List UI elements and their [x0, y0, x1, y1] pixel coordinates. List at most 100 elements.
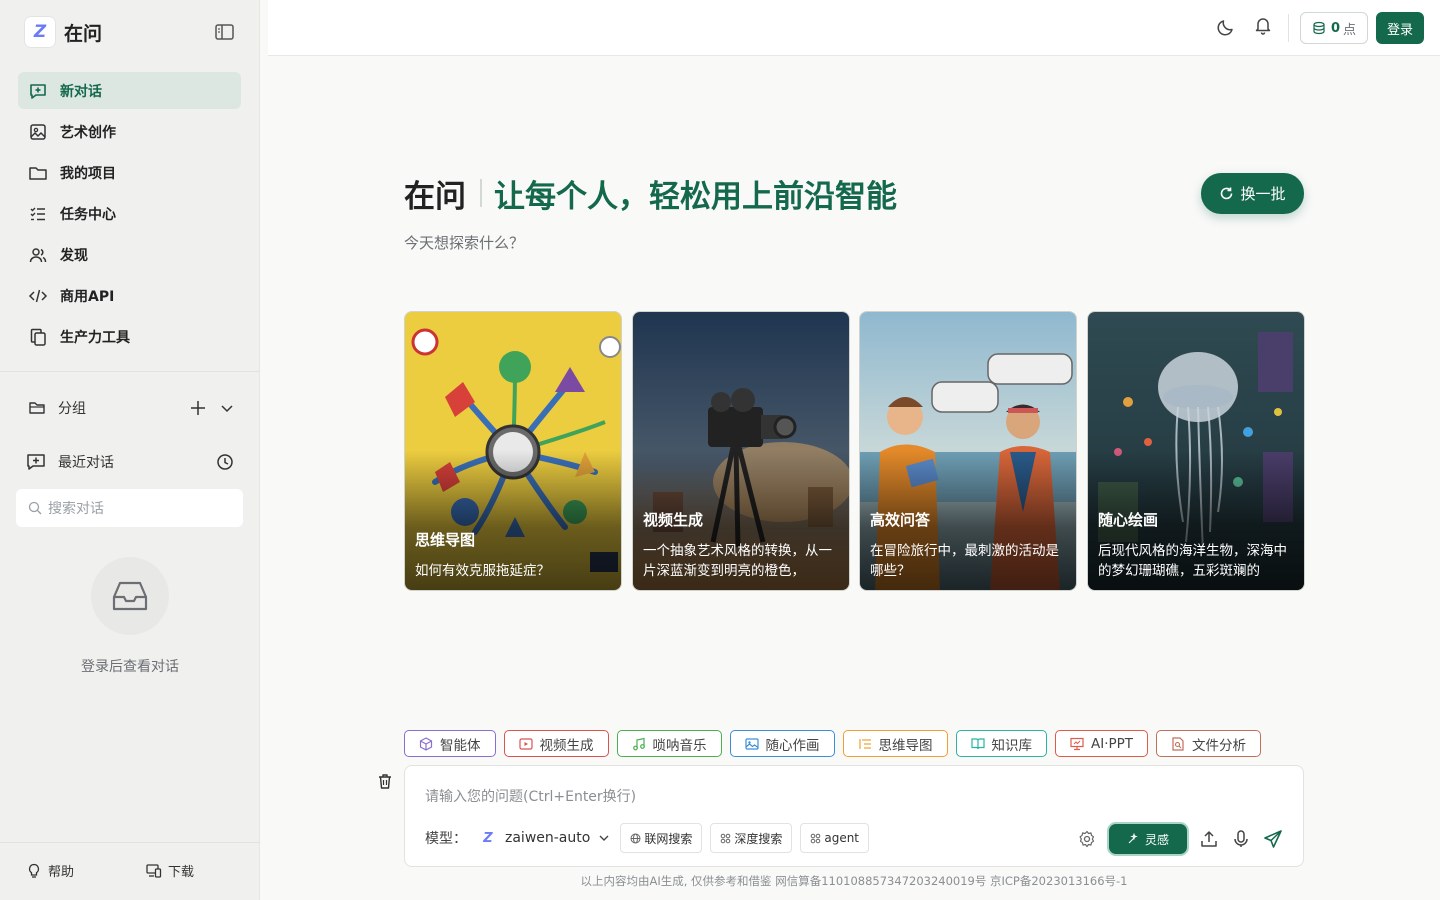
search-placeholder: 搜索对话: [48, 501, 104, 517]
sidebar-item-art[interactable]: 艺术创作: [18, 113, 241, 150]
tool-knowledge[interactable]: 知识库: [955, 730, 1047, 757]
sidebar-item-new-chat[interactable]: 新对话: [18, 72, 241, 109]
subtitle: 今天想探索什么？: [404, 234, 525, 252]
points-value: 0: [1330, 20, 1341, 36]
refresh-label: 换一批: [1240, 185, 1286, 203]
sidebar-item-label: 艺术创作: [60, 124, 116, 141]
option-label: 深度搜索: [734, 831, 783, 846]
help-button[interactable]: 帮助: [26, 861, 74, 880]
tool-music[interactable]: 唢呐音乐: [616, 730, 722, 757]
search-conversations-input[interactable]: 搜索对话: [16, 489, 243, 527]
tool-label: AI·PPT: [1091, 735, 1134, 752]
chevron-down-icon[interactable]: [598, 832, 610, 844]
tool-video[interactable]: 视频生成: [503, 730, 609, 757]
brand[interactable]: Z 在问: [24, 16, 102, 48]
clock-icon[interactable]: [216, 453, 234, 471]
book-icon: [970, 737, 985, 751]
tool-agent[interactable]: 智能体: [404, 730, 496, 757]
folder-outline-icon: [28, 399, 46, 417]
card-title: 思维导图: [415, 531, 476, 549]
send-icon[interactable]: [1263, 829, 1283, 849]
video-icon: [518, 737, 533, 751]
download-button[interactable]: 下载: [146, 861, 194, 880]
recent-row[interactable]: 最近对话: [26, 450, 234, 474]
tool-label: 视频生成: [539, 737, 594, 754]
deep-search-toggle[interactable]: 深度搜索: [710, 823, 793, 853]
top-bar: 0 点 登录: [268, 0, 1440, 56]
tool-ppt[interactable]: AI·PPT: [1055, 730, 1149, 757]
chevron-down-icon[interactable]: [220, 401, 234, 415]
moon-icon[interactable]: [1216, 17, 1236, 37]
users-icon: [28, 245, 48, 265]
model-select[interactable]: zaiwen-auto: [505, 830, 590, 846]
points-button[interactable]: 0 点: [1300, 12, 1368, 44]
title-slogan: 让每个人，轻松用上前沿智能: [494, 178, 897, 215]
upload-icon[interactable]: [1199, 829, 1219, 849]
refresh-button[interactable]: 换一批: [1201, 173, 1304, 214]
cube-icon: [419, 736, 433, 751]
task-list-icon: [28, 204, 48, 224]
chat-input-box: 请输入您的问题(Ctrl+Enter换行) 模型： Z zaiwen-auto …: [404, 765, 1304, 867]
tool-file-analysis[interactable]: 文件分析: [1156, 730, 1262, 757]
trash-icon[interactable]: [376, 772, 394, 790]
points-unit: 点: [1343, 22, 1357, 38]
inspiration-label: 灵感: [1144, 832, 1169, 847]
group-row[interactable]: 分组: [28, 396, 234, 420]
help-label: 帮助: [48, 865, 75, 880]
sidebar-nav: 新对话 艺术创作 我的项目 任务中心 发现 商用API 生产力工具: [18, 72, 241, 359]
recent-label: 最近对话: [58, 455, 114, 471]
search-icon: [28, 501, 42, 515]
login-button[interactable]: 登录: [1376, 12, 1424, 44]
sidebar-item-productivity[interactable]: 生产力工具: [18, 318, 241, 355]
new-chat-icon: [28, 81, 48, 101]
card-mindmap[interactable]: 思维导图 如何有效克服拖延症？: [404, 311, 622, 591]
card-drawing[interactable]: 随心绘画 后现代风格的海洋生物，深海中的梦幻珊瑚礁，五彩斑斓的: [1087, 311, 1305, 591]
card-title: 视频生成: [643, 511, 704, 529]
sidebar-footer: 帮助 下载: [0, 842, 260, 900]
model-row: 模型： Z zaiwen-auto 联网搜索 深度搜索 agent: [425, 823, 877, 853]
bell-icon[interactable]: [1253, 15, 1273, 35]
input-actions: 灵感: [1065, 823, 1283, 855]
footer-disclaimer: 以上内容均由AI生成, 仅供参考和借鉴 网信算备1101088573472032…: [580, 874, 1128, 888]
card-qa[interactable]: 高效问答 在冒险旅行中，最刺激的活动是哪些？: [859, 311, 1077, 591]
coins-icon: [1312, 21, 1326, 35]
tool-paint[interactable]: 随心作画: [729, 730, 835, 757]
sidebar-item-label: 生产力工具: [60, 329, 130, 346]
folder-icon: [28, 163, 48, 183]
lightbulb-icon: [26, 863, 42, 879]
sidebar-toggle-icon[interactable]: [214, 22, 236, 42]
tool-mindmap[interactable]: 思维导图: [842, 730, 948, 757]
card-description: 一个抽象艺术风格的转换，从一片深蓝渐变到明亮的橙色，: [643, 543, 832, 579]
sidebar-item-tasks[interactable]: 任务中心: [18, 195, 241, 232]
microphone-icon[interactable]: [1231, 829, 1251, 849]
sidebar-item-label: 发现: [60, 247, 88, 264]
model-logo-icon: Z: [483, 830, 493, 846]
card-description: 如何有效克服拖延症？: [415, 563, 550, 579]
image-icon: [28, 122, 48, 142]
web-search-toggle[interactable]: 联网搜索: [620, 823, 703, 853]
inbox-icon: [91, 557, 169, 635]
sidebar-item-projects[interactable]: 我的项目: [18, 154, 241, 191]
card-title: 随心绘画: [1098, 511, 1159, 529]
title-separator: [480, 179, 482, 207]
agent-toggle[interactable]: agent: [800, 823, 870, 853]
atom-icon: [810, 833, 821, 844]
suggestion-cards: 思维导图 如何有效克服拖延症？ 视频生成 一个抽象艺术风格的转换，从一片深蓝渐变…: [404, 311, 1305, 591]
file-search-icon: [1171, 736, 1185, 751]
card-video[interactable]: 视频生成 一个抽象艺术风格的转换，从一片深蓝渐变到明亮的橙色，: [632, 311, 850, 591]
sidebar: Z 在问 新对话 艺术创作 我的项目 任务中心 发现 商用API 生产力工具 分…: [0, 0, 260, 900]
settings-icon[interactable]: [1077, 829, 1097, 849]
presentation-icon: [1070, 737, 1084, 751]
model-label: 模型：: [425, 831, 467, 847]
add-group-icon[interactable]: [190, 400, 206, 416]
sidebar-item-api[interactable]: 商用API: [18, 277, 241, 314]
download-label: 下载: [168, 865, 195, 880]
music-icon: [632, 737, 646, 751]
inspiration-button[interactable]: 灵感: [1109, 824, 1187, 854]
sidebar-item-label: 商用API: [60, 288, 115, 305]
chat-input[interactable]: 请输入您的问题(Ctrl+Enter换行): [425, 786, 636, 806]
card-title: 高效问答: [870, 511, 931, 529]
brand-name: 在问: [64, 22, 103, 45]
sidebar-item-discover[interactable]: 发现: [18, 236, 241, 273]
tool-label: 唢呐音乐: [652, 737, 707, 754]
